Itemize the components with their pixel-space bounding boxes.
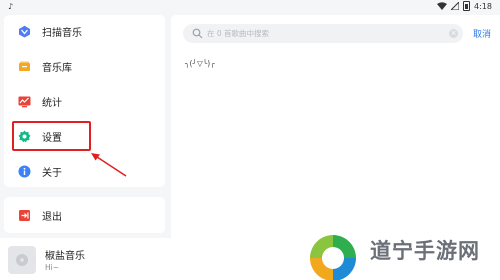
empty-state-text: ╮(╯▽╰)╭ [185,59,215,68]
watermark-text: 道宁手游网 [370,239,480,263]
sidebar-item-music-library[interactable]: 音乐库 [4,52,165,80]
music-note-icon: ♪ [8,2,14,11]
status-bar: ♪ 4:18 [0,0,500,14]
search-icon [192,28,203,39]
search-input[interactable]: 在 0 首歌曲中搜索 [207,28,269,39]
signal-icon [451,2,460,10]
logout-label: 退出 [42,211,62,223]
watermark: 道宁手游网 [300,225,500,280]
clear-search-icon[interactable]: × [449,29,458,38]
annotation-arrow-icon [91,153,127,177]
logout-button[interactable]: 退出 [4,201,165,229]
player-subtitle: Hi~ [45,263,60,272]
settings-highlight-box [12,121,91,151]
search-bar[interactable]: 在 0 首歌曲中搜索 × [183,24,463,43]
sidebar-item-about[interactable]: 关于 [4,157,165,185]
sidebar-item-scan-music[interactable]: 扫描音乐 [4,17,165,45]
sidebar-item-label: 音乐库 [42,62,72,74]
cancel-button[interactable]: 取消 [473,27,491,40]
sidebar-item-stats[interactable]: 统计 [4,87,165,115]
status-time: 4:18 [474,1,492,11]
stats-icon [18,95,31,108]
logout-card: 退出 [4,197,165,233]
library-icon [18,60,31,73]
sidebar-menu: 扫描音乐 音乐库 统计 设置 关于 [4,15,165,187]
player-title: 椒盐音乐 [45,251,85,262]
status-icons: 4:18 [437,1,492,11]
battery-icon [463,1,471,11]
watermark-logo-icon [307,232,359,280]
scan-icon [18,25,31,38]
disc-icon [16,254,28,266]
logout-icon [18,209,31,222]
sidebar-item-label: 扫描音乐 [42,27,82,39]
sidebar-item-label: 关于 [42,167,62,179]
info-icon [18,165,31,178]
album-cover[interactable] [8,246,36,274]
wifi-icon [437,2,448,10]
sidebar-item-label: 统计 [42,97,62,109]
